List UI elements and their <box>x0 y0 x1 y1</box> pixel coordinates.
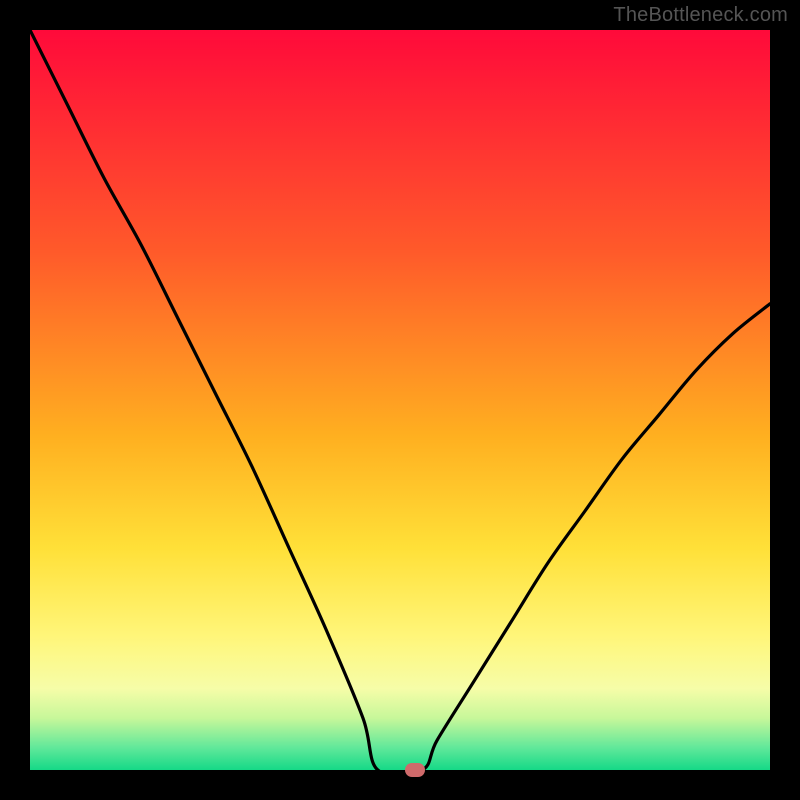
watermark-label: TheBottleneck.com <box>613 4 788 27</box>
chart-frame: TheBottleneck.com <box>0 0 800 800</box>
plot-svg <box>30 30 770 770</box>
plot-area <box>30 30 770 770</box>
bottleneck-marker <box>405 763 425 777</box>
gradient-background <box>30 30 770 770</box>
